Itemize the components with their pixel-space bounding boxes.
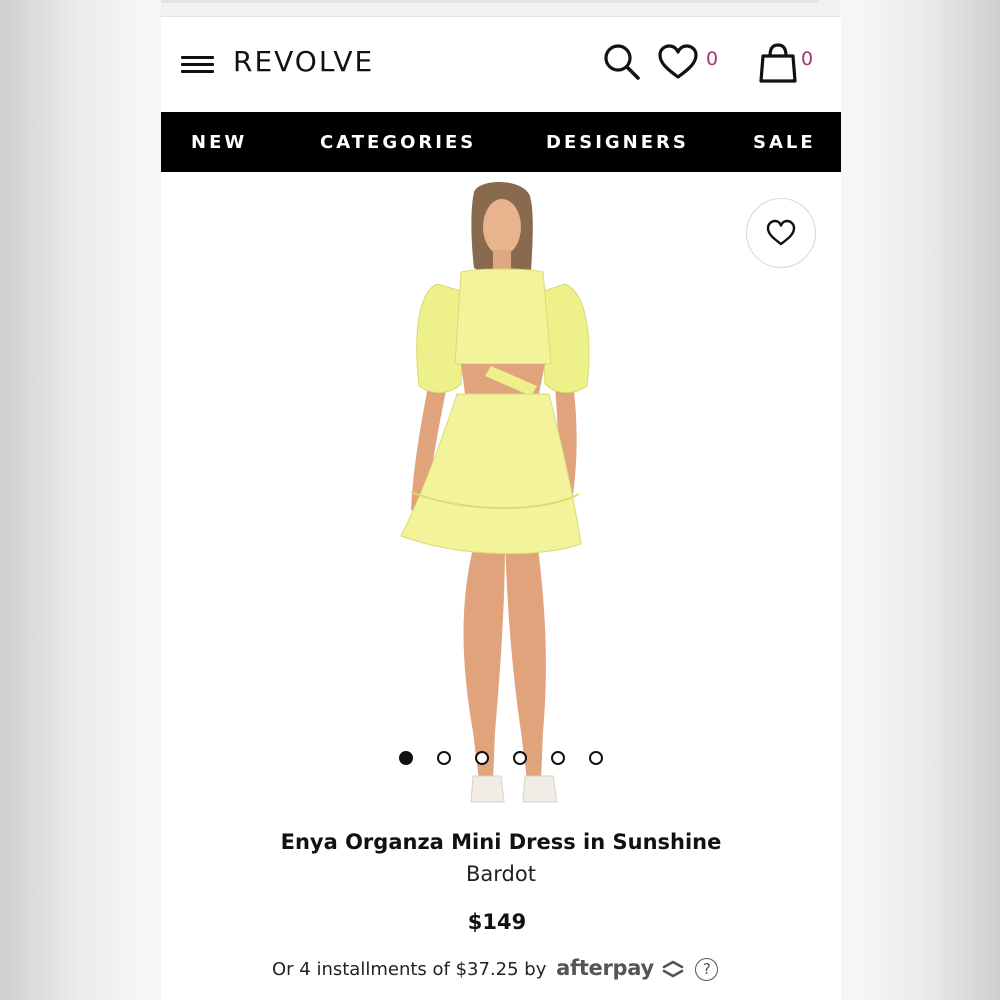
nav-item-sale[interactable]: SALE bbox=[753, 132, 816, 153]
afterpay-arrows-icon bbox=[662, 960, 683, 978]
carousel-dot-2[interactable] bbox=[437, 751, 451, 765]
installments-line: Or 4 installments of $37.25 by afterpay … bbox=[272, 956, 719, 986]
product-image[interactable] bbox=[161, 172, 841, 822]
nav-item-new[interactable]: NEW bbox=[191, 132, 247, 153]
phone-frame: REVOLVE 0 0 NEW CATEGORIES DESIGNERS SAL… bbox=[161, 0, 841, 1000]
wishlist-count: 0 bbox=[706, 48, 719, 70]
product-price: $149 bbox=[467, 910, 527, 934]
search-icon[interactable] bbox=[601, 41, 645, 85]
bag-count: 0 bbox=[801, 48, 814, 70]
product-title: Enya Organza Mini Dress in Sunshine bbox=[280, 830, 722, 854]
site-header: REVOLVE 0 0 bbox=[161, 17, 841, 112]
browser-top-strip bbox=[161, 0, 841, 17]
product-designer[interactable]: Bardot bbox=[161, 862, 841, 886]
favorite-heart-icon[interactable] bbox=[746, 198, 816, 268]
carousel-dot-1[interactable] bbox=[399, 751, 413, 765]
carousel-dot-5[interactable] bbox=[551, 751, 565, 765]
carousel-dot-3[interactable] bbox=[475, 751, 489, 765]
bag-icon[interactable] bbox=[757, 41, 799, 85]
image-carousel-dots bbox=[399, 751, 609, 765]
installments-text: Or 4 installments of $37.25 by bbox=[272, 959, 547, 980]
carousel-dot-4[interactable] bbox=[513, 751, 527, 765]
nav-item-categories[interactable]: CATEGORIES bbox=[320, 132, 476, 153]
main-nav: NEW CATEGORIES DESIGNERS SALE bbox=[161, 112, 841, 172]
hamburger-icon[interactable] bbox=[181, 53, 215, 77]
help-icon[interactable]: ? bbox=[695, 958, 719, 981]
carousel-dot-6[interactable] bbox=[589, 751, 603, 765]
nav-item-designers[interactable]: DESIGNERS bbox=[546, 132, 689, 153]
heart-icon[interactable] bbox=[657, 43, 699, 83]
site-logo[interactable]: REVOLVE bbox=[233, 45, 374, 78]
afterpay-logo[interactable]: afterpay bbox=[556, 956, 654, 980]
